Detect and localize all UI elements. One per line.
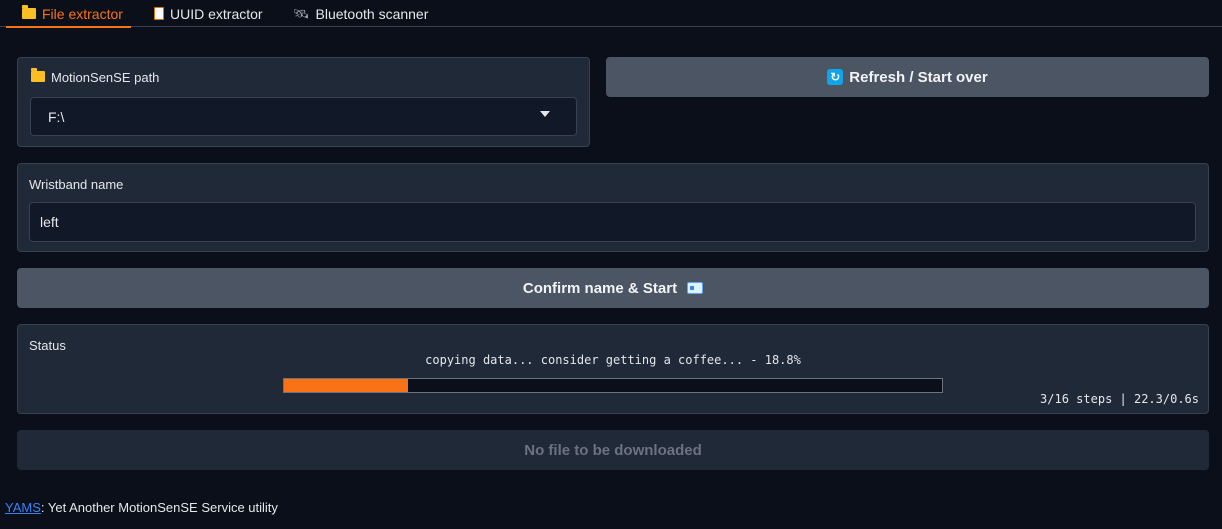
tab-uuid-extractor[interactable]: UUID extractor (154, 0, 263, 27)
progress-steps: 3/16 steps | 22.3/0.6s (1040, 392, 1199, 406)
wristband-panel: Wristband name left (17, 163, 1209, 252)
confirm-button-label: Confirm name & Start (522, 279, 678, 297)
wristband-input[interactable]: left (29, 202, 1196, 242)
wristband-label: Wristband name (29, 177, 124, 192)
path-dropdown[interactable]: F:\ (30, 97, 577, 136)
refresh-icon: ↻ (827, 69, 844, 85)
footer: YAMS: Yet Another MotionSenSE Service ut… (5, 500, 278, 515)
path-label-text: MotionSenSE path (51, 70, 160, 85)
id-card-icon (687, 282, 704, 294)
footer-text: : Yet Another MotionSenSE Service utilit… (40, 500, 278, 515)
refresh-button-label: Refresh / Start over (849, 68, 988, 86)
status-message: copying data... consider getting a coffe… (425, 353, 801, 367)
satellite-icon: 🛰 (293, 5, 310, 21)
path-label: MotionSenSE path (31, 68, 160, 85)
status-label: Status (29, 338, 66, 353)
tab-label: UUID extractor (170, 5, 263, 22)
folder-icon (31, 68, 45, 85)
chevron-down-icon (540, 111, 550, 117)
tab-bar: File extractor UUID extractor 🛰 Bluetoot… (0, 0, 1222, 28)
tab-label: Bluetooth scanner (315, 5, 429, 22)
progress-bar-fill (284, 379, 408, 392)
tab-bluetooth-scanner[interactable]: 🛰 Bluetooth scanner (293, 0, 428, 27)
tab-label: File extractor (42, 5, 123, 22)
progress-bar (283, 378, 943, 393)
path-panel: MotionSenSE path F:\ (17, 57, 590, 147)
tab-file-extractor[interactable]: File extractor (6, 0, 131, 28)
folder-icon (22, 5, 36, 19)
refresh-button[interactable]: ↻ Refresh / Start over (606, 57, 1209, 97)
path-dropdown-value: F:\ (48, 108, 65, 125)
wristband-input-value: left (40, 214, 59, 230)
yams-link[interactable]: YAMS (5, 500, 41, 515)
download-button-label: No file to be downloaded (524, 441, 702, 459)
status-panel: Status copying data... consider getting … (17, 324, 1209, 414)
download-button[interactable]: No file to be downloaded (17, 430, 1209, 470)
document-icon (154, 7, 164, 20)
confirm-start-button[interactable]: Confirm name & Start (17, 268, 1209, 308)
